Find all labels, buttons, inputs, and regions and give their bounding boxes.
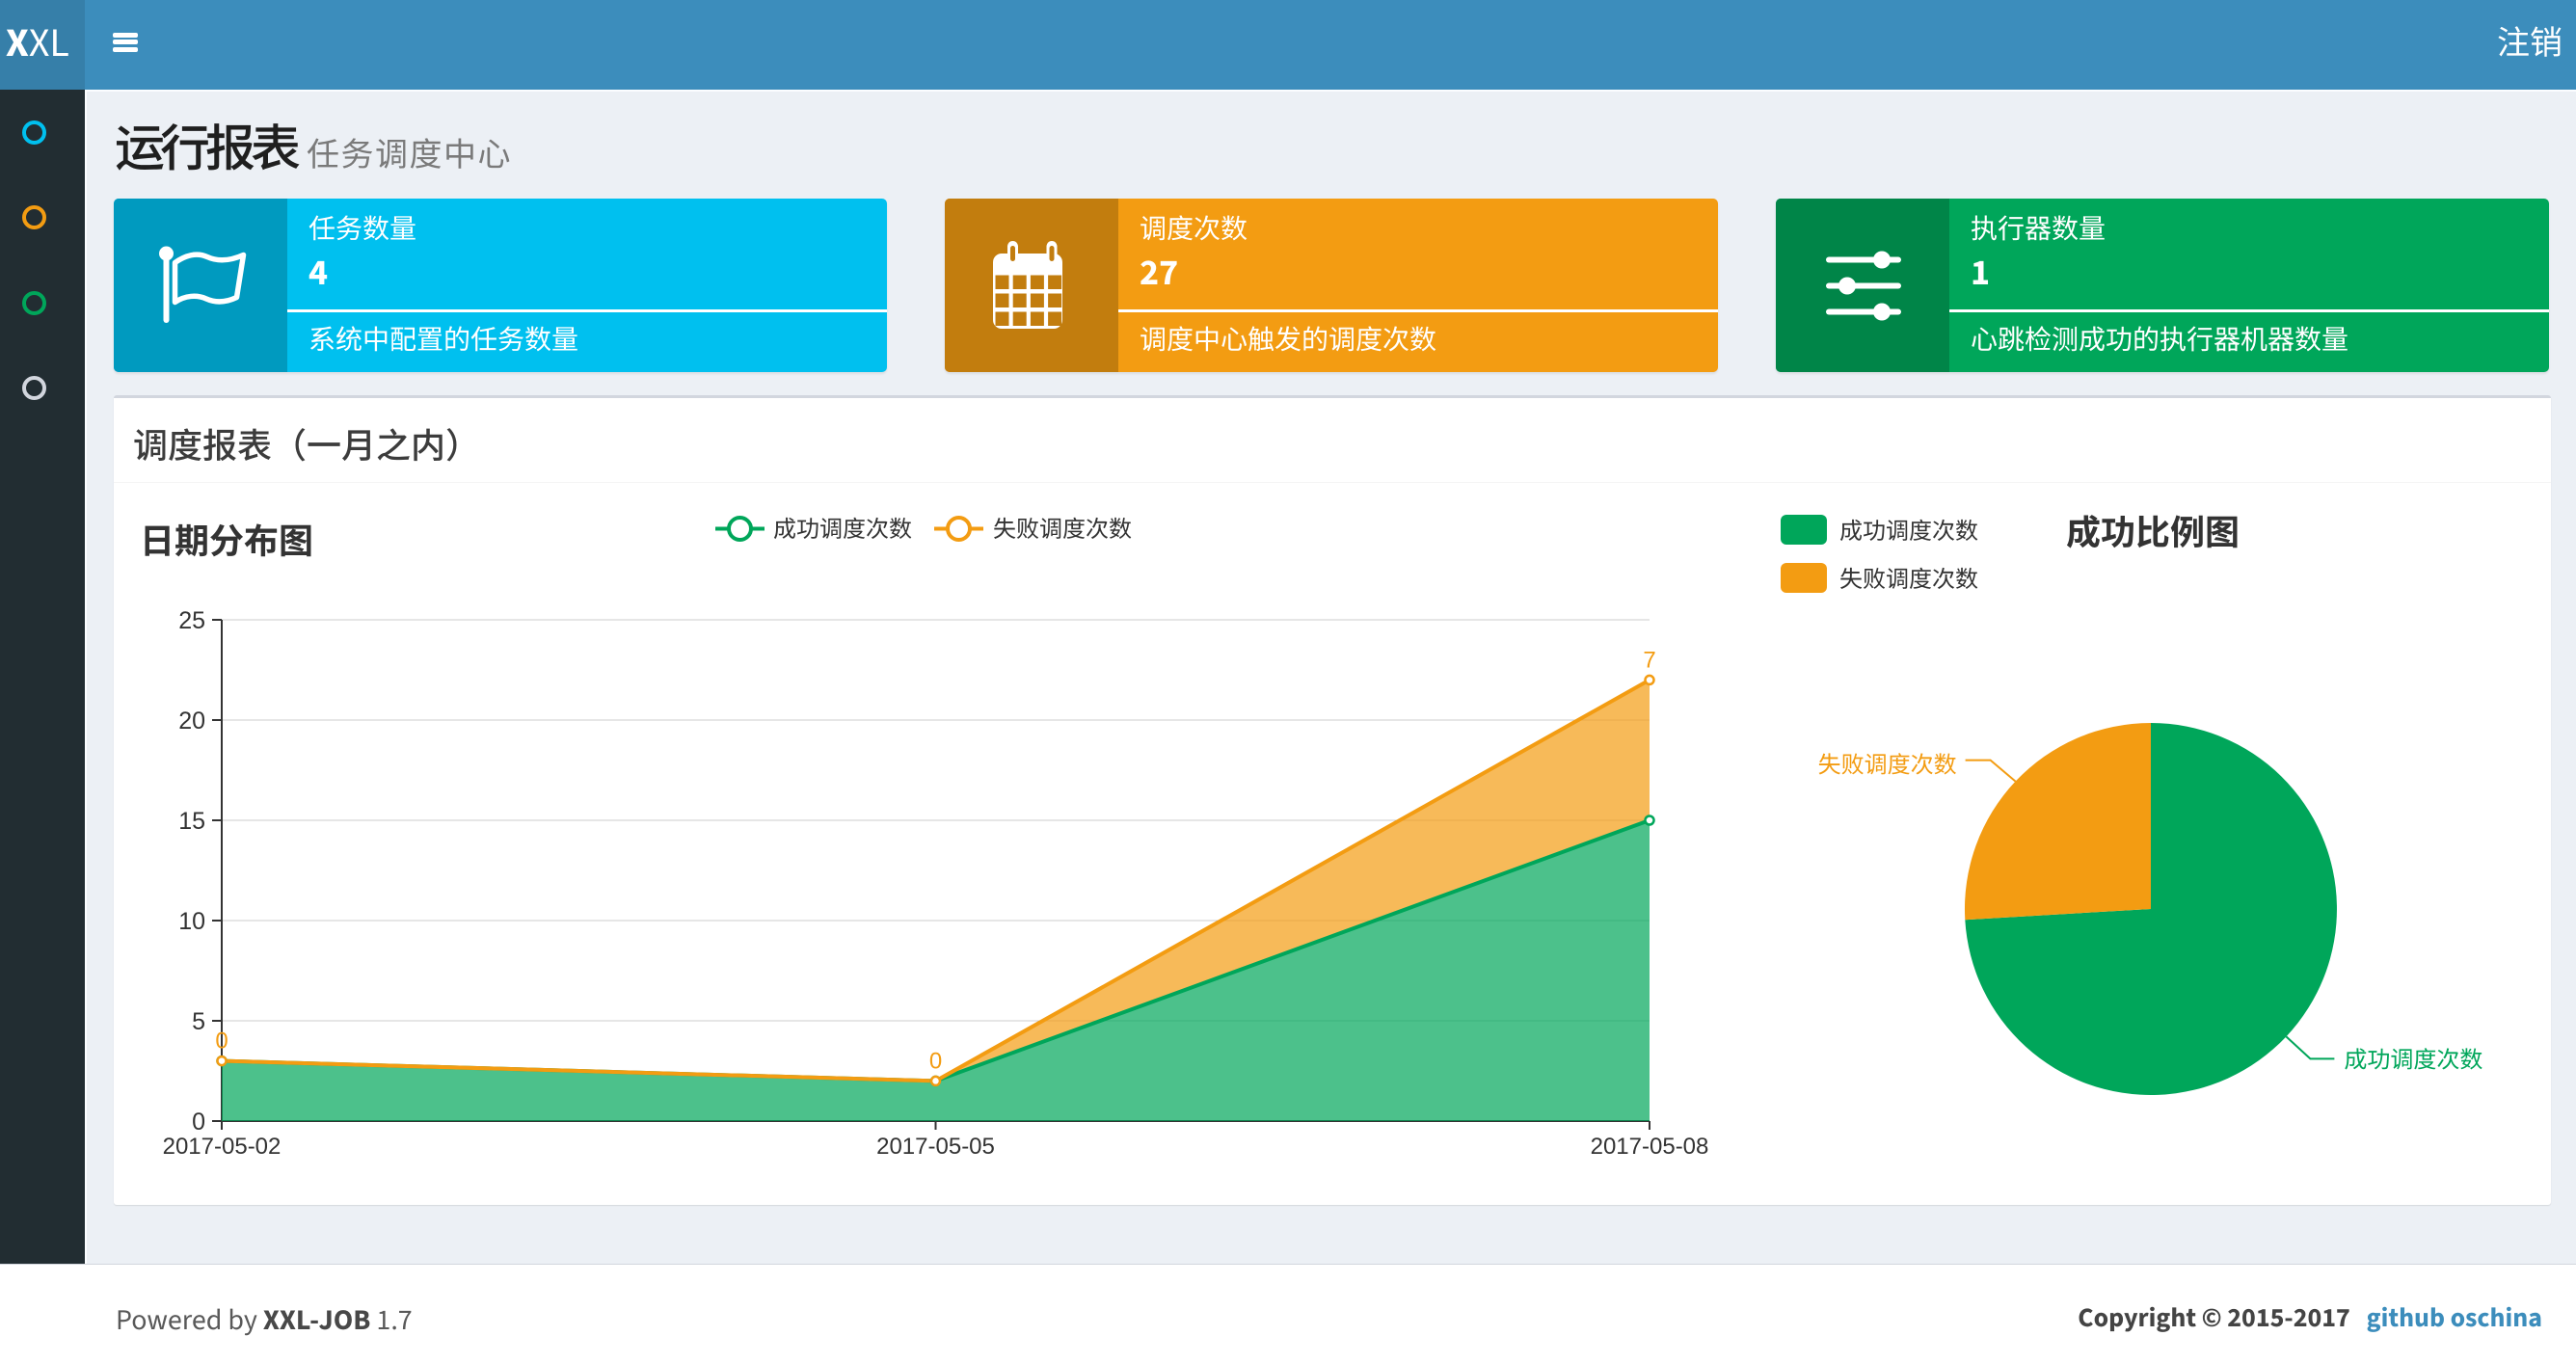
svg-text:成功调度次数: 成功调度次数 <box>2344 1047 2482 1073</box>
svg-text:2017-05-08: 2017-05-08 <box>1591 1134 1709 1160</box>
svg-text:15: 15 <box>178 808 205 835</box>
svg-text:25: 25 <box>178 607 205 634</box>
svg-text:2017-05-02: 2017-05-02 <box>163 1134 282 1160</box>
svg-text:失败调度次数: 失败调度次数 <box>1839 567 1978 593</box>
svg-text:失败调度次数: 失败调度次数 <box>1818 753 1957 779</box>
svg-text:成功调度次数: 成功调度次数 <box>1839 519 1978 545</box>
svg-text:日期分布图: 日期分布图 <box>140 521 313 561</box>
svg-text:2017-05-05: 2017-05-05 <box>876 1134 995 1160</box>
svg-text:10: 10 <box>178 908 205 935</box>
svg-text:成功比例图: 成功比例图 <box>2066 513 2240 552</box>
svg-text:0: 0 <box>215 1029 228 1055</box>
svg-text:0: 0 <box>929 1048 942 1074</box>
svg-text:7: 7 <box>1643 647 1655 673</box>
svg-text:成功调度次数: 成功调度次数 <box>773 517 912 543</box>
svg-text:失败调度次数: 失败调度次数 <box>993 517 1132 543</box>
svg-text:0: 0 <box>192 1109 205 1136</box>
svg-text:5: 5 <box>192 1008 205 1035</box>
svg-text:20: 20 <box>178 708 205 735</box>
